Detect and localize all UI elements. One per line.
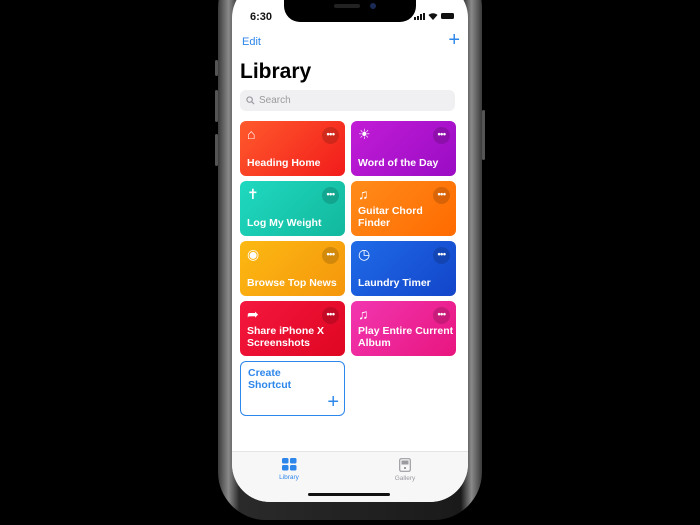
music-note-icon: ♫ (358, 306, 369, 322)
tab-gallery[interactable]: Gallery (375, 458, 435, 482)
sun-icon: ☀ (358, 126, 371, 142)
more-options-button[interactable]: ••• (433, 127, 450, 144)
edit-button[interactable]: Edit (242, 36, 261, 48)
more-options-button[interactable]: ••• (433, 307, 450, 324)
home-indicator (308, 493, 390, 496)
shortcut-label: Play Entire Current Album (358, 325, 454, 349)
more-options-button[interactable]: ••• (433, 247, 450, 264)
more-options-button[interactable]: ••• (322, 187, 339, 204)
person-icon: ✝ (247, 186, 259, 202)
battery-icon (441, 13, 454, 19)
shortcut-card[interactable]: ✝ ••• Log My Weight (240, 181, 345, 236)
tab-library-label: Library (279, 474, 299, 481)
screen: 6:30 Edit + Library Search ⌂ ••• Heading… (232, 0, 468, 502)
tab-gallery-label: Gallery (394, 475, 416, 482)
shortcut-label: Laundry Timer (358, 277, 431, 289)
library-grid-icon (281, 458, 296, 471)
shortcut-label: Share iPhone X Screenshots (247, 325, 325, 349)
create-shortcut-card[interactable]: Create Shortcut + (240, 361, 345, 416)
shortcut-card[interactable]: ♫ ••• Guitar Chord Finder (351, 181, 456, 236)
notch (284, 0, 416, 22)
shortcut-card[interactable]: ☀ ••• Word of the Day (351, 121, 456, 176)
shortcut-label: Word of the Day (358, 157, 439, 169)
search-icon (246, 96, 255, 105)
shortcut-card[interactable]: ◉ ••• Browse Top News (240, 241, 345, 296)
shortcut-card[interactable]: ◷ ••• Laundry Timer (351, 241, 456, 296)
more-options-button[interactable]: ••• (322, 127, 339, 144)
globe-icon: ◉ (247, 246, 260, 262)
shortcut-grid: ⌂ ••• Heading Home ☀ ••• Word of the Day ✝… (240, 121, 456, 416)
shortcut-label: Log My Weight (247, 217, 322, 229)
plus-icon: + (327, 391, 339, 413)
shortcut-card[interactable]: ➦ ••• Share iPhone X Screenshots (240, 301, 345, 356)
shortcut-label: Guitar Chord Finder (358, 205, 423, 229)
more-options-button[interactable]: ••• (322, 307, 339, 324)
clock-icon: ◷ (358, 246, 371, 262)
volume-down-button (215, 134, 218, 166)
volume-up-button (215, 90, 218, 122)
search-placeholder: Search (259, 95, 291, 106)
mute-switch (215, 60, 218, 76)
gallery-icon (399, 458, 411, 472)
shortcut-card[interactable]: ♫ ••• Play Entire Current Album (351, 301, 456, 356)
house-icon: ⌂ (247, 126, 256, 142)
search-input[interactable]: Search (240, 90, 455, 111)
status-icons (414, 12, 454, 20)
music-note-icon: ♫ (358, 186, 369, 202)
shortcut-label: Browse Top News (247, 277, 337, 289)
tab-library[interactable]: Library (259, 458, 319, 481)
create-shortcut-label: Create Shortcut (248, 367, 292, 391)
status-time: 6:30 (250, 11, 273, 23)
wifi-icon (428, 13, 438, 20)
more-options-button[interactable]: ••• (322, 247, 339, 264)
side-button (482, 110, 485, 160)
signal-icon (414, 12, 425, 20)
shortcut-label: Heading Home (247, 157, 321, 169)
page-title: Library (240, 60, 312, 83)
shortcut-card[interactable]: ⌂ ••• Heading Home (240, 121, 345, 176)
share-arrow-icon: ➦ (247, 306, 259, 322)
more-options-button[interactable]: ••• (433, 187, 450, 204)
add-shortcut-button[interactable]: + (448, 29, 460, 52)
